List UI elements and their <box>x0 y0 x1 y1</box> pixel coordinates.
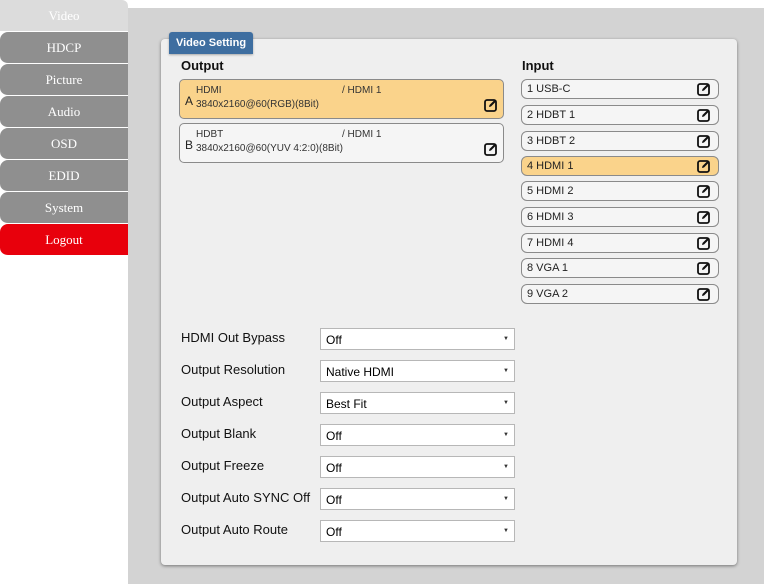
output-title: Output <box>181 58 224 73</box>
output-blank-select[interactable]: Off ▼ <box>320 424 515 446</box>
output-b-box[interactable]: B HDBT / HDMI 1 3840x2160@60(YUV 4:2:0)(… <box>179 123 504 163</box>
panel-tab-video-setting: Video Setting <box>169 32 253 54</box>
input-item-hdmi-2[interactable]: 5 HDMI 2 <box>521 181 719 201</box>
edit-icon[interactable] <box>697 108 711 122</box>
output-name: HDBT <box>196 129 224 140</box>
dropdown-arrow-icon: ▼ <box>503 400 509 406</box>
input-item-hdmi-3[interactable]: 6 HDMI 3 <box>521 207 719 227</box>
sidebar-nav: Video HDCP Picture Audio OSD EDID System… <box>0 0 128 256</box>
select-value: Off <box>326 493 342 507</box>
select-value: Off <box>326 333 342 347</box>
select-value: Off <box>326 461 342 475</box>
hdmi-out-bypass-select[interactable]: Off ▼ <box>320 328 515 350</box>
edit-icon[interactable] <box>697 184 711 198</box>
sidebar-item-label: System <box>44 199 84 215</box>
input-item-usb-c[interactable]: 1 USB-C <box>521 79 719 99</box>
output-resolution-label: Output Resolution <box>181 362 286 377</box>
select-value: Native HDMI <box>326 365 395 379</box>
sidebar-item-osd[interactable]: OSD <box>0 128 128 160</box>
edit-icon[interactable] <box>697 261 711 275</box>
input-label: 7 HDMI 4 <box>527 237 574 249</box>
input-label: 1 USB-C <box>527 83 571 95</box>
output-aspect-label: Output Aspect <box>181 394 263 409</box>
sidebar-item-label: Picture <box>45 71 83 87</box>
output-letter: B <box>185 138 194 152</box>
output-auto-route-select[interactable]: Off ▼ <box>320 520 515 542</box>
output-freeze-label: Output Freeze <box>181 458 265 473</box>
input-item-vga-2[interactable]: 9 VGA 2 <box>521 284 719 304</box>
dropdown-arrow-icon: ▼ <box>503 336 509 342</box>
input-item-hdbt-1[interactable]: 2 HDBT 1 <box>521 105 719 125</box>
select-value: Best Fit <box>326 397 367 411</box>
output-auto-route-label: Output Auto Route <box>181 522 288 537</box>
edit-icon[interactable] <box>697 210 711 224</box>
output-a-box[interactable]: A HDMI / HDMI 1 3840x2160@60(RGB)(8Bit) <box>179 79 504 119</box>
input-item-hdbt-2[interactable]: 3 HDBT 2 <box>521 131 719 151</box>
edit-icon[interactable] <box>697 287 711 301</box>
select-value: Off <box>326 429 342 443</box>
sidebar-item-edid[interactable]: EDID <box>0 160 128 192</box>
input-label: 2 HDBT 1 <box>527 109 576 121</box>
input-item-vga-1[interactable]: 8 VGA 1 <box>521 258 719 278</box>
input-label: 4 HDMI 1 <box>527 160 574 172</box>
sidebar-item-video[interactable]: Video <box>0 0 128 32</box>
edit-icon[interactable] <box>697 159 711 173</box>
input-label: 9 VGA 2 <box>527 288 568 300</box>
input-label: 3 HDBT 2 <box>527 135 576 147</box>
output-blank-label: Output Blank <box>181 426 257 441</box>
input-label: 6 HDMI 3 <box>527 211 574 223</box>
edit-icon[interactable] <box>484 142 498 156</box>
panel-tab-label: Video Setting <box>175 37 247 49</box>
logout-label: Logout <box>45 231 83 247</box>
output-letter: A <box>185 94 194 108</box>
hdmi-out-bypass-label: HDMI Out Bypass <box>181 330 286 345</box>
input-item-hdmi-4[interactable]: 7 HDMI 4 <box>521 233 719 253</box>
output-resolution-select[interactable]: Native HDMI ▼ <box>320 360 515 382</box>
sidebar-item-picture[interactable]: Picture <box>0 64 128 96</box>
logout-button[interactable]: Logout <box>0 224 128 256</box>
dropdown-arrow-icon: ▼ <box>503 432 509 438</box>
input-title: Input <box>522 58 554 73</box>
select-value: Off <box>326 525 342 539</box>
output-route: / HDMI 1 <box>342 85 382 96</box>
input-item-hdmi-1[interactable]: 4 HDMI 1 <box>521 156 719 176</box>
edit-icon[interactable] <box>697 134 711 148</box>
dropdown-arrow-icon: ▼ <box>503 496 509 502</box>
edit-icon[interactable] <box>484 98 498 112</box>
dropdown-arrow-icon: ▼ <box>503 528 509 534</box>
sidebar-item-label: Video <box>48 7 80 23</box>
sidebar-item-label: OSD <box>50 135 77 151</box>
output-format: 3840x2160@60(RGB)(8Bit) <box>196 99 319 110</box>
output-format: 3840x2160@60(YUV 4:2:0)(8Bit) <box>196 143 343 154</box>
edit-icon[interactable] <box>697 236 711 250</box>
sidebar-item-audio[interactable]: Audio <box>0 96 128 128</box>
output-name: HDMI <box>196 85 222 96</box>
edit-icon[interactable] <box>697 82 711 96</box>
sidebar-item-label: EDID <box>48 167 80 183</box>
output-auto-sync-off-label: Output Auto SYNC Off <box>181 490 311 505</box>
output-auto-sync-off-select[interactable]: Off ▼ <box>320 488 515 510</box>
output-freeze-select[interactable]: Off ▼ <box>320 456 515 478</box>
output-route: / HDMI 1 <box>342 129 382 140</box>
sidebar-item-label: HDCP <box>46 39 82 55</box>
output-aspect-select[interactable]: Best Fit ▼ <box>320 392 515 414</box>
sidebar-item-system[interactable]: System <box>0 192 128 224</box>
dropdown-arrow-icon: ▼ <box>503 464 509 470</box>
input-label: 8 VGA 1 <box>527 262 568 274</box>
input-label: 5 HDMI 2 <box>527 185 574 197</box>
dropdown-arrow-icon: ▼ <box>503 368 509 374</box>
sidebar-item-hdcp[interactable]: HDCP <box>0 32 128 64</box>
sidebar-item-label: Audio <box>47 103 81 119</box>
